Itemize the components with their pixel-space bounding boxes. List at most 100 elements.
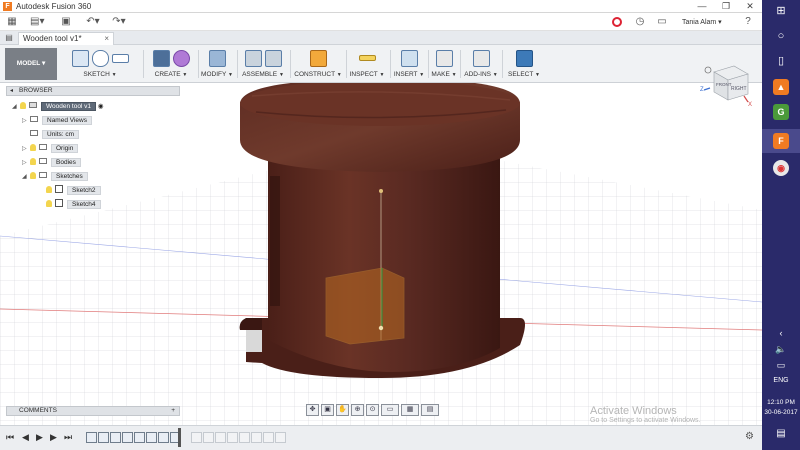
sketch-group[interactable]: SKETCH ▼ xyxy=(62,47,138,81)
notification-icon[interactable]: ▭ xyxy=(656,16,668,28)
timeline-feature-suppressed[interactable] xyxy=(239,432,250,443)
extrude-icon[interactable] xyxy=(152,49,170,67)
tree-item-bodies[interactable]: ▷ Bodies xyxy=(22,157,81,168)
insert-group[interactable]: INSERT ▼ xyxy=(392,47,426,81)
timeline-feature[interactable] xyxy=(158,432,169,443)
inspect-group[interactable]: INSPECT ▼ xyxy=(348,47,386,81)
minimize-button[interactable]: — xyxy=(690,0,714,13)
3d-print-icon[interactable] xyxy=(435,49,453,67)
go-to-end-icon[interactable]: ⏭ xyxy=(64,432,72,443)
task-view-icon[interactable]: ▯ xyxy=(762,54,800,67)
select-group[interactable]: SELECT ▼ xyxy=(506,47,542,81)
canvas-viewport[interactable] xyxy=(0,83,762,425)
timeline-settings-gear-icon[interactable]: ⚙ xyxy=(745,431,754,442)
collapse-arrow-icon[interactable]: ◂ xyxy=(10,87,13,95)
windows-start-icon[interactable]: ⊞ xyxy=(762,4,800,17)
orbit-icon[interactable]: ✥ xyxy=(306,404,319,416)
expand-triangle-icon[interactable]: ▷ xyxy=(22,144,30,155)
show-hidden-icons-chevron[interactable]: ‹ xyxy=(762,328,800,338)
collapse-triangle-icon[interactable]: ◢ xyxy=(22,172,30,183)
close-button[interactable]: ✕ xyxy=(738,0,762,13)
arc-icon[interactable] xyxy=(91,49,109,67)
timeline-feature-suppressed[interactable] xyxy=(251,432,262,443)
timeline-feature-suppressed[interactable] xyxy=(275,432,286,443)
save-icon[interactable]: ▣ xyxy=(60,16,72,28)
zoom-icon[interactable]: ⊕ xyxy=(351,404,364,416)
visibility-bulb-icon[interactable] xyxy=(30,158,36,165)
go-to-start-icon[interactable]: ⏮ xyxy=(6,432,14,443)
action-center-icon[interactable]: ▤ xyxy=(762,428,800,439)
sketch-point[interactable] xyxy=(378,325,384,331)
volume-icon[interactable]: 🔈 xyxy=(762,344,800,355)
select-arrow-icon[interactable] xyxy=(515,49,533,67)
fusion-active-taskbar-icon[interactable]: F xyxy=(773,133,789,149)
timeline-feature[interactable] xyxy=(110,432,121,443)
visibility-bulb-icon[interactable] xyxy=(30,144,36,151)
timeline-feature-suppressed[interactable] xyxy=(203,432,214,443)
fusion-taskbar-icon[interactable]: ▲ xyxy=(773,79,789,95)
timeline-feature-suppressed[interactable] xyxy=(191,432,202,443)
timeline-feature-suppressed[interactable] xyxy=(227,432,238,443)
rectangle-icon[interactable] xyxy=(111,53,129,63)
measure-icon[interactable] xyxy=(358,55,376,61)
tree-item-named-views[interactable]: ▷ Named Views xyxy=(22,115,92,126)
browser-header[interactable]: ◂ BROWSER xyxy=(6,86,180,96)
create-sketch-icon[interactable] xyxy=(71,49,89,67)
tree-item-sketch4[interactable]: Sketch4 xyxy=(46,199,101,210)
new-component-icon[interactable] xyxy=(244,49,262,67)
selected-body-preview[interactable] xyxy=(325,267,405,345)
user-menu[interactable]: Tania Alam ▾ xyxy=(682,18,722,26)
timeline-feature[interactable] xyxy=(122,432,133,443)
display-settings-icon[interactable]: ▭ xyxy=(381,404,399,416)
close-tab-icon[interactable]: × xyxy=(104,33,109,45)
tree-item-units[interactable]: Units: cm xyxy=(30,129,80,140)
tree-root[interactable]: ◢ Wooden tool v1 ◉ xyxy=(12,101,104,112)
data-panel-icon[interactable]: ▤ xyxy=(4,32,14,44)
timeline-feature[interactable] xyxy=(86,432,97,443)
pan-icon[interactable]: ✋ xyxy=(336,404,349,416)
tree-item-origin[interactable]: ▷ Origin xyxy=(22,143,79,155)
undo-icon[interactable]: ↶▾ xyxy=(84,16,102,28)
network-icon[interactable]: ▭ xyxy=(762,360,800,371)
expand-triangle-icon[interactable]: ▷ xyxy=(22,116,30,127)
activate-radio-icon[interactable]: ◉ xyxy=(98,103,104,110)
maximize-button[interactable]: ❐ xyxy=(714,0,738,13)
visibility-bulb-icon[interactable] xyxy=(46,186,52,193)
tree-item-sketches[interactable]: ◢ Sketches xyxy=(22,171,88,182)
modify-group[interactable]: MODIFY ▼ xyxy=(199,47,235,81)
expand-triangle-icon[interactable]: ▷ xyxy=(22,158,30,169)
timeline-feature[interactable] xyxy=(134,432,145,443)
grid-settings-icon[interactable]: ▦ xyxy=(401,404,419,416)
3d-scene[interactable] xyxy=(0,83,762,425)
cortana-icon[interactable]: ○ xyxy=(762,30,800,42)
app-g-taskbar-icon[interactable]: G xyxy=(773,104,789,120)
assemble-group[interactable]: ASSEMBLE ▼ xyxy=(240,47,286,81)
visibility-bulb-icon[interactable] xyxy=(30,172,36,179)
record-icon[interactable] xyxy=(612,17,622,27)
home-view-icon[interactable] xyxy=(704,66,712,74)
file-icon[interactable]: ▤▾ xyxy=(30,16,44,28)
create-group[interactable]: CREATE ▼ xyxy=(146,47,196,81)
collapse-triangle-icon[interactable]: ◢ xyxy=(12,102,20,113)
tree-item-sketch2[interactable]: Sketch2 xyxy=(46,185,101,196)
look-at-icon[interactable]: ▣ xyxy=(321,404,334,416)
construct-group[interactable]: CONSTRUCT ▼ xyxy=(292,47,344,81)
viewcube-front-label[interactable]: FRONT xyxy=(716,82,732,87)
workspace-switcher[interactable]: MODEL ▾ xyxy=(5,48,57,80)
timeline-feature[interactable] xyxy=(146,432,157,443)
sketch-point[interactable] xyxy=(379,189,383,193)
comments-panel[interactable]: COMMENTS + xyxy=(6,406,180,416)
insert-image-icon[interactable] xyxy=(400,49,418,67)
joint-icon[interactable] xyxy=(264,49,282,67)
timeline-feature[interactable] xyxy=(98,432,109,443)
visibility-bulb-icon[interactable] xyxy=(46,200,52,207)
step-back-icon[interactable]: ◀ xyxy=(22,432,29,443)
step-forward-icon[interactable]: ▶ xyxy=(50,432,57,443)
grid-icon[interactable]: ▦ xyxy=(6,16,18,28)
viewcube-right-label[interactable]: RIGHT xyxy=(731,86,747,92)
chrome-icon[interactable]: ◉ xyxy=(773,160,789,176)
viewports-icon[interactable]: ▤ xyxy=(421,404,439,416)
make-group[interactable]: MAKE ▼ xyxy=(430,47,458,81)
fit-icon[interactable]: ⊙ xyxy=(366,404,379,416)
addins-group[interactable]: ADD-INS ▼ xyxy=(462,47,500,81)
